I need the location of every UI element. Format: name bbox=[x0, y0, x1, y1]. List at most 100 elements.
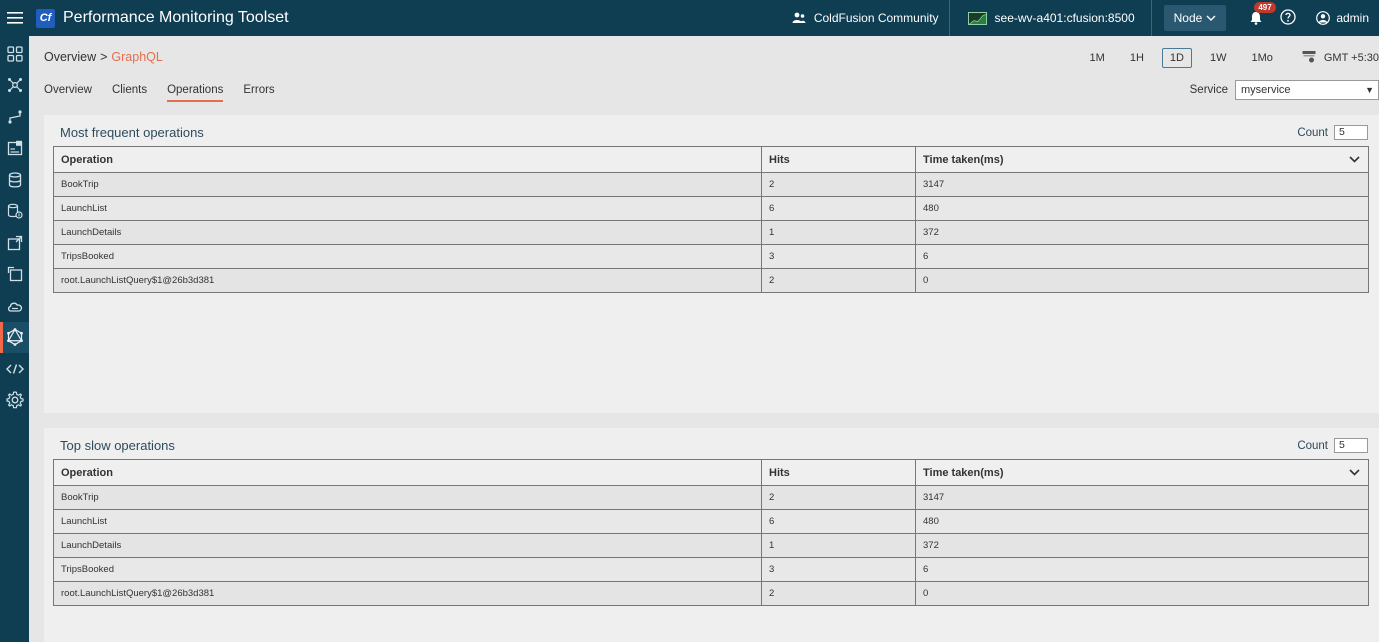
time-range-1mo[interactable]: 1Mo bbox=[1244, 49, 1279, 67]
dropdown-arrow-icon: ▼ bbox=[1365, 85, 1374, 95]
tab-bar: Overview Clients Operations Errors bbox=[44, 84, 295, 102]
panel-title: Most frequent operations bbox=[60, 125, 204, 140]
community-link[interactable]: ColdFusion Community bbox=[782, 0, 950, 36]
topology-icon bbox=[7, 78, 22, 93]
column-header-hits[interactable]: Hits bbox=[761, 146, 916, 173]
cf-logo: Cf bbox=[36, 8, 55, 28]
tab-operations[interactable]: Operations bbox=[167, 84, 224, 102]
breadcrumb: Overview > GraphQL bbox=[44, 50, 163, 64]
app-title: Performance Monitoring Toolset bbox=[63, 9, 289, 26]
cell-time: 3147 bbox=[915, 485, 1369, 510]
sidebar-item-graphql[interactable] bbox=[0, 321, 29, 353]
help-icon bbox=[1280, 8, 1296, 25]
table-row: TripsBooked 3 6 bbox=[53, 244, 1369, 269]
cell-operation: BookTrip bbox=[53, 485, 762, 510]
service-select[interactable]: myservice ▼ bbox=[1235, 80, 1379, 100]
table-row: BookTrip 2 3147 bbox=[53, 172, 1369, 197]
sidebar-item-routes[interactable] bbox=[0, 101, 29, 133]
user-name: admin bbox=[1336, 11, 1369, 25]
time-range-selector: 1M 1H 1D 1W 1Mo GMT +5:30 bbox=[1072, 48, 1379, 68]
table-row: TripsBooked 3 6 bbox=[53, 557, 1369, 582]
breadcrumb-root[interactable]: Overview bbox=[44, 50, 96, 64]
cell-hits: 2 bbox=[761, 581, 916, 606]
sidebar-item-settings[interactable] bbox=[0, 385, 29, 417]
tab-overview[interactable]: Overview bbox=[44, 84, 92, 102]
server-selector[interactable]: see-wv-a401:cfusion:8500 bbox=[950, 0, 1152, 36]
tab-errors[interactable]: Errors bbox=[243, 84, 274, 102]
panel-title: Top slow operations bbox=[60, 438, 175, 453]
table-row: LaunchDetails 1 372 bbox=[53, 220, 1369, 245]
time-range-1w[interactable]: 1W bbox=[1203, 49, 1234, 67]
tab-clients[interactable]: Clients bbox=[112, 84, 147, 102]
sidebar-item-topology[interactable] bbox=[0, 70, 29, 102]
column-header-time-taken[interactable]: Time taken(ms) bbox=[915, 459, 1369, 486]
table-row: BookTrip 2 3147 bbox=[53, 485, 1369, 510]
chevron-down-icon[interactable] bbox=[1349, 468, 1360, 476]
cell-time: 372 bbox=[915, 533, 1369, 558]
sidebar-item-export[interactable] bbox=[0, 259, 29, 291]
server-chart-icon bbox=[967, 11, 987, 25]
main-content: Overview > GraphQL Overview Clients Operat… bbox=[29, 36, 1379, 642]
column-header-hits[interactable]: Hits bbox=[761, 459, 916, 486]
cell-operation: LaunchList bbox=[53, 196, 762, 221]
community-label: ColdFusion Community bbox=[813, 11, 939, 25]
export-icon bbox=[7, 267, 22, 282]
cell-hits: 6 bbox=[761, 196, 916, 221]
cell-operation: TripsBooked bbox=[53, 557, 762, 582]
node-dropdown[interactable]: Node bbox=[1163, 5, 1227, 31]
time-range-1m[interactable]: 1M bbox=[1083, 49, 1112, 67]
cf-report-icon bbox=[7, 141, 22, 156]
chevron-down-icon[interactable] bbox=[1349, 155, 1360, 163]
cell-operation: BookTrip bbox=[53, 172, 762, 197]
table-row: LaunchList 6 480 bbox=[53, 196, 1369, 221]
sidebar-item-dashboard[interactable] bbox=[0, 38, 29, 70]
time-range-1h[interactable]: 1H bbox=[1123, 49, 1151, 67]
notifications-button[interactable]: 497 bbox=[1246, 2, 1276, 28]
table-row: root.LaunchListQuery$1@26b3d381 2 0 bbox=[53, 581, 1369, 606]
sidebar-item-code[interactable] bbox=[0, 353, 29, 385]
sidebar bbox=[0, 36, 29, 642]
slow-operations-table: Operation Hits Time taken(ms) BookTrip 2 3… bbox=[53, 459, 1369, 606]
routes-icon bbox=[7, 110, 22, 124]
count-control: Count 5 bbox=[1297, 438, 1368, 453]
cell-operation: LaunchDetails bbox=[53, 220, 762, 245]
timezone-label: GMT +5:30 bbox=[1323, 52, 1379, 64]
help-button[interactable] bbox=[1280, 8, 1296, 28]
sidebar-item-external[interactable] bbox=[0, 227, 29, 259]
sidebar-item-database[interactable] bbox=[0, 164, 29, 196]
cell-time: 6 bbox=[915, 557, 1369, 582]
cell-time: 6 bbox=[915, 244, 1369, 269]
cell-time: 372 bbox=[915, 220, 1369, 245]
hamburger-menu-icon[interactable] bbox=[0, 0, 30, 36]
cell-hits: 1 bbox=[761, 220, 916, 245]
cell-hits: 3 bbox=[761, 244, 916, 269]
user-avatar-icon bbox=[1316, 11, 1331, 25]
code-icon bbox=[5, 364, 24, 374]
cell-hits: 2 bbox=[761, 485, 916, 510]
cell-operation: root.LaunchListQuery$1@26b3d381 bbox=[53, 581, 762, 606]
notification-count-badge: 497 bbox=[1254, 2, 1276, 13]
cell-time: 0 bbox=[915, 268, 1369, 293]
count-control: Count 5 bbox=[1297, 125, 1368, 140]
time-range-1d[interactable]: 1D bbox=[1161, 48, 1192, 68]
top-bar: Cf Performance Monitoring Toolset ColdFu… bbox=[0, 0, 1379, 36]
count-input[interactable]: 5 bbox=[1334, 438, 1368, 453]
bell-icon bbox=[1250, 12, 1262, 25]
breadcrumb-separator: > bbox=[100, 50, 108, 64]
column-header-time-taken[interactable]: Time taken(ms) bbox=[915, 146, 1369, 173]
count-input[interactable]: 5 bbox=[1334, 125, 1368, 140]
column-header-time-taken-label: Time taken(ms) bbox=[923, 153, 1004, 166]
sidebar-item-cf-reports[interactable] bbox=[0, 133, 29, 165]
cell-hits: 6 bbox=[761, 509, 916, 534]
dashboard-icon bbox=[6, 46, 23, 62]
custom-range-button[interactable] bbox=[1302, 50, 1316, 66]
cell-time: 480 bbox=[915, 509, 1369, 534]
user-menu[interactable]: admin bbox=[1316, 11, 1379, 25]
sidebar-item-cloud[interactable] bbox=[0, 290, 29, 322]
sidebar-item-datasource[interactable] bbox=[0, 196, 29, 228]
column-header-operation[interactable]: Operation bbox=[53, 146, 762, 173]
cell-hits: 3 bbox=[761, 557, 916, 582]
node-label: Node bbox=[1173, 11, 1203, 25]
calendar-toggle-icon bbox=[1302, 51, 1316, 63]
column-header-operation[interactable]: Operation bbox=[53, 459, 762, 486]
